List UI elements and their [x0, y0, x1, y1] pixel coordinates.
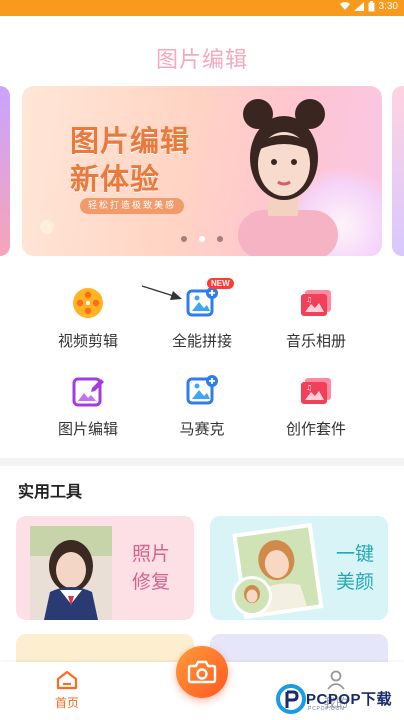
home-icon — [56, 670, 78, 690]
feature-image-edit[interactable]: 图片编辑 — [28, 374, 148, 439]
status-time: 3:30 — [378, 1, 398, 12]
feature-label: 视频剪辑 — [57, 332, 118, 350]
photo-album-icon: ♫ — [299, 286, 333, 320]
feature-label: 全能拼接 — [171, 332, 232, 350]
carousel-next-slide[interactable] — [392, 86, 404, 256]
tool-card-photo-repair[interactable]: 照片 修复 — [16, 516, 194, 620]
banner-headline-line1: 图片编辑 — [70, 124, 191, 158]
new-badge: NEW — [207, 278, 234, 289]
feature-collage[interactable]: NEW 全能拼接 — [142, 278, 262, 351]
svg-text:♫: ♫ — [306, 296, 312, 304]
tool-card-title: 照片 修复 — [132, 540, 170, 596]
feature-creative-kit[interactable]: ♫ 创作套件 — [256, 374, 376, 439]
tool-card-line: 一键 — [335, 543, 374, 565]
section-title-tools: 实用工具 — [18, 482, 83, 501]
carousel-dot[interactable] — [181, 236, 187, 242]
banner-decoration — [40, 220, 54, 234]
pcpop-logo-icon — [276, 684, 306, 714]
watermark-logo: PCPOP下载 PCPOP.COM — [274, 682, 402, 716]
feature-label: 马赛克 — [179, 420, 225, 438]
feature-mosaic[interactable]: 马赛克 — [142, 374, 262, 439]
photo-repair-image — [30, 526, 112, 620]
feature-label: 创作套件 — [285, 420, 346, 438]
watermark-sub: PCPOP.COM — [308, 706, 346, 712]
tool-card-beauty[interactable]: 一键 美颜 — [210, 516, 388, 620]
wifi-icon — [339, 2, 350, 10]
tool-card-title: 一键 美颜 — [336, 540, 374, 596]
image-add-icon: NEW — [185, 278, 234, 320]
portrait-image — [238, 99, 338, 256]
image-edit-icon — [71, 374, 105, 408]
battery-icon — [368, 1, 375, 12]
image-add-icon — [185, 374, 219, 408]
photo-album-icon: ♫ — [299, 374, 333, 408]
feature-label: 图片编辑 — [57, 420, 118, 438]
status-bar: 3:30 — [0, 0, 404, 16]
banner-slide[interactable]: 图片编辑 新体验 轻松打造极致美感 — [22, 86, 382, 256]
carousel-prev-slide[interactable] — [0, 86, 10, 256]
feature-label: 音乐相册 — [285, 332, 346, 350]
status-icons: 3:30 — [339, 1, 398, 12]
carousel-indicator — [0, 236, 404, 242]
signal-icon — [353, 2, 364, 11]
feature-video-edit[interactable]: 视频剪辑 — [28, 286, 148, 351]
camera-button[interactable] — [176, 646, 228, 698]
camera-icon — [187, 660, 217, 684]
tool-card-line: 照片 — [131, 543, 170, 565]
svg-text:♫: ♫ — [306, 384, 312, 392]
banner-tagline: 轻松打造极致美感 — [80, 198, 185, 214]
carousel-dot-active[interactable] — [199, 236, 205, 242]
film-reel-icon — [71, 286, 105, 320]
banner-headline-line2: 新体验 — [70, 162, 161, 196]
section-divider — [0, 458, 404, 466]
page-title: 图片编辑 — [155, 48, 248, 73]
tool-card-line: 美颜 — [335, 571, 374, 593]
tool-card-line: 修复 — [131, 571, 170, 593]
tab-home-label: 首页 — [54, 696, 79, 710]
banner-headline: 图片编辑 新体验 — [70, 122, 210, 198]
banner-carousel[interactable]: 图片编辑 新体验 轻松打造极致美感 — [0, 86, 404, 256]
tab-home[interactable]: 首页 — [37, 670, 97, 711]
carousel-dot[interactable] — [217, 236, 223, 242]
beauty-image — [232, 522, 324, 620]
feature-music-album[interactable]: ♫ 音乐相册 — [256, 286, 376, 351]
